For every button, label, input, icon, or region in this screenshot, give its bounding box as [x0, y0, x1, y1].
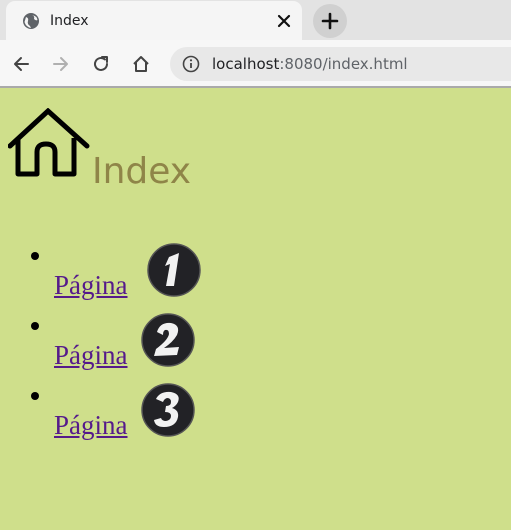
tab-strip: Index — [0, 0, 511, 40]
address-bar[interactable]: localhost:8080/index.html — [170, 47, 511, 81]
list-item: Página — [54, 310, 195, 380]
list-item: Página — [54, 240, 201, 310]
url-host: localhost — [212, 55, 280, 73]
url-path: :8080/index.html — [279, 55, 408, 73]
page-link-1[interactable]: Página — [54, 270, 128, 300]
tab-title: Index — [50, 13, 89, 29]
page-link-3[interactable]: Página — [54, 410, 128, 440]
page-title: Index — [92, 151, 192, 192]
reload-icon[interactable] — [90, 53, 112, 75]
new-tab-button[interactable] — [313, 4, 347, 38]
number-three-icon — [141, 383, 195, 437]
number-two-icon — [141, 313, 195, 367]
home-icon — [8, 108, 90, 177]
browser-chrome: Index localhost:8080/index.html — [0, 0, 511, 88]
info-icon[interactable] — [182, 55, 200, 73]
home-button-icon[interactable] — [130, 53, 152, 75]
forward-arrow-icon[interactable] — [50, 53, 72, 75]
back-arrow-icon[interactable] — [10, 53, 32, 75]
page-link-2[interactable]: Página — [54, 340, 128, 370]
url-text[interactable]: localhost:8080/index.html — [212, 55, 408, 73]
close-icon[interactable] — [274, 11, 294, 31]
list-item: Página — [54, 380, 195, 450]
toolbar: localhost:8080/index.html — [0, 40, 511, 88]
tab-index[interactable]: Index — [6, 1, 302, 40]
globe-icon — [23, 13, 39, 29]
pages-list: Página Página Página — [0, 240, 201, 450]
plus-icon — [321, 12, 339, 30]
number-one-icon — [147, 243, 201, 297]
